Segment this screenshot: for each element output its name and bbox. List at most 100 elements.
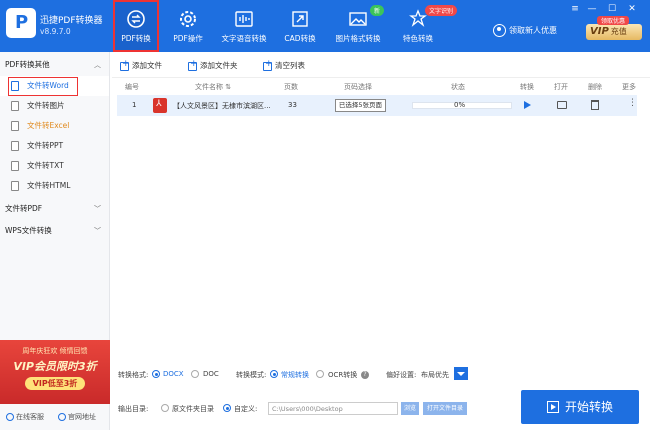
sidebar-item-label: 文件转PPT [27,141,64,150]
chevron-down-icon: ﹀ [94,205,101,213]
tab-pdf-convert[interactable]: PDF转换 [113,0,159,52]
promo-line2: VIP会员限时3折 [13,360,97,373]
add-file-label: 添加文件 [132,61,162,70]
output-path-input[interactable] [268,402,398,415]
doc-icon [11,181,19,191]
mode-ocr-label: OCR转换 [328,371,358,379]
sidebar-item-label: 文件转TXT [27,161,64,170]
promo-button[interactable]: VIP低至3折 [24,377,86,390]
tab-cad-convert[interactable]: CAD转换 [281,0,319,52]
globe-icon [58,413,66,421]
tab-voice-label: 文字语音转换 [221,34,267,43]
doc-icon [11,101,19,111]
tab-pdf-convert-label: PDF转换 [121,34,151,43]
more-icon[interactable]: ⋮ [628,98,637,108]
online-service-link[interactable]: 在线客服 [6,412,44,422]
minimize-button[interactable]: — [585,3,599,15]
pref-label: 偏好设置: [386,371,417,379]
sidebar-item-to-excel[interactable]: 文件转Excel [0,116,109,136]
website-label: 官网地址 [68,413,96,421]
col-pages: 页数 [284,83,298,91]
tab-image-label: 图片格式转换 [335,34,381,43]
image-icon [349,12,367,26]
doc-icon [11,141,19,151]
tab-pdf-ops-label: PDF操作 [173,34,203,43]
output-label: 输出目录: [118,405,149,413]
format-doc-radio[interactable] [191,370,199,378]
pref-value[interactable]: 布局优先 [421,370,449,380]
close-button[interactable]: ✕ [625,3,639,15]
row-status: 0% [454,101,466,109]
conversion-settings: 转换格式: DOCX DOC 转换模式: 常规转换 OCR转换 ? 偏好设置: … [112,362,650,430]
pdf-convert-icon [127,10,145,28]
clear-list-button[interactable]: 清空列表 [263,59,305,71]
headset-icon [6,413,14,421]
col-status: 状态 [451,83,465,91]
audio-wave-icon [235,11,253,27]
format-doc-label: DOC [203,370,219,378]
restore-icon[interactable]: ☐ [605,3,619,15]
sidebar-item-label: 文件转图片 [27,101,65,110]
website-link[interactable]: 官网地址 [58,412,96,422]
doc-icon [11,161,19,171]
tab-voice-convert[interactable]: 文字语音转换 [217,0,271,52]
app-title: 迅捷PDF转换器 [40,16,103,26]
output-source-label: 原文件夹目录 [172,405,214,413]
promo-banner[interactable]: 周年庆狂欢 倾情回馈 VIP会员限时3折 VIP低至3折 [0,340,110,404]
chevron-down-icon: ﹀ [94,227,101,235]
col-index: 编号 [125,83,139,91]
chevron-up-icon: ︿ [94,61,101,69]
trash-icon[interactable] [591,100,599,110]
sidebar-group-pdf-convert[interactable]: PDF转换其他 ︿ [0,54,109,76]
row-pages: 33 [288,101,297,109]
output-custom-radio[interactable] [223,404,231,412]
format-label: 转换格式: [118,371,149,379]
output-source-radio[interactable] [161,404,169,412]
sidebar-group-label: WPS文件转换 [5,226,52,235]
sidebar-group-wps[interactable]: WPS文件转换 ﹀ [0,220,109,242]
sidebar: PDF转换其他 ︿ 文件转Word 文件转图片 文件转Excel 文件转PPT … [0,52,110,430]
sidebar-group-label: 文件转PDF [5,204,43,213]
add-folder-button[interactable]: 添加文件夹 [188,59,238,71]
start-convert-button[interactable]: 开始转换 [521,390,639,424]
top-bar: P 迅捷PDF转换器 v8.9.7.0 PDF转换 PDF操作 文字语音转换 C… [0,0,650,52]
user-icon [493,24,506,37]
app-version: v8.9.7.0 [40,27,71,36]
folder-icon[interactable] [557,101,567,109]
mode-normal-radio[interactable] [270,370,278,378]
sidebar-item-label: 文件转HTML [27,181,71,190]
open-folder-button[interactable]: 打开文件目录 [423,402,467,415]
new-badge: 新 [370,5,385,16]
sidebar-item-to-image[interactable]: 文件转图片 [0,96,109,116]
sidebar-group-to-pdf[interactable]: 文件转PDF ﹀ [0,198,109,220]
coupon-button[interactable]: 领取新人优惠 [493,24,557,37]
pdf-file-icon [153,98,167,113]
sidebar-item-to-ppt[interactable]: 文件转PPT [0,136,109,156]
sidebar-item-to-txt[interactable]: 文件转TXT [0,156,109,176]
mode-label: 转换模式: [236,371,267,379]
help-icon[interactable]: ? [361,371,369,379]
page-select-button[interactable]: 已选择5张页面 [335,99,386,112]
format-docx-radio[interactable] [152,370,160,378]
col-name[interactable]: 文件名称 ⇅ [195,82,231,92]
table-header: 编号 文件名称 ⇅ 页数 页码选择 状态 转换 打开 删除 更多 [112,79,650,95]
cad-icon [292,11,308,27]
format-docx-label: DOCX [163,370,184,378]
mode-ocr-radio[interactable] [316,370,324,378]
add-folder-label: 添加文件夹 [200,61,238,70]
col-page-select: 页码选择 [344,83,372,91]
browse-button[interactable]: 浏览 [401,402,419,415]
col-open: 打开 [554,83,568,91]
sidebar-item-to-html[interactable]: 文件转HTML [0,176,109,196]
file-toolbar: 添加文件 添加文件夹 清空列表 [112,52,650,78]
play-icon[interactable] [524,101,531,109]
vip-recharge-button[interactable]: VIP 充值 [586,24,642,40]
col-convert: 转换 [520,83,534,91]
add-file-button[interactable]: 添加文件 [120,59,162,71]
tab-pdf-ops[interactable]: PDF操作 [168,0,208,52]
pref-dropdown-icon[interactable] [454,367,468,380]
table-row[interactable]: 1 【人文风景区】无棣市滨湖区... 33 已选择5张页面 0% ⋮ [117,95,637,116]
gear-icon [180,11,196,27]
sidebar-item-label: 文件转Excel [27,121,70,130]
menu-icon[interactable]: ≡ [568,3,582,15]
